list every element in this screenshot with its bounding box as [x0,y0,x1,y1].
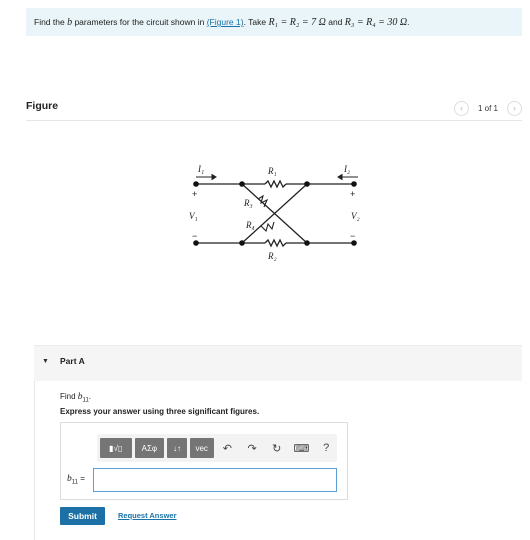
current-label-i1: I₁ [197,164,204,174]
templates-button[interactable]: ▮√▯ [100,438,132,458]
part-a-header[interactable] [34,345,522,381]
polarity-minus-right: − [350,231,355,241]
request-answer-link[interactable]: Request Answer [118,511,177,520]
voltage-label-v1: V₁ [189,211,198,221]
polarity-plus-right: + [350,189,355,199]
current-label-i2: I₂ [343,164,350,174]
redo-icon[interactable]: ↷ [241,438,263,458]
subscript-button[interactable]: ↓↑ [167,438,187,458]
submit-button[interactable]: Submit [60,507,105,525]
resistor-label-r4: R₄ [245,220,255,230]
pager-text: 1 of 1 [477,103,498,113]
problem-statement: Find the b parameters for the circuit sh… [26,8,522,36]
problem-text: parameters for the circuit shown in [72,17,207,27]
resistor-label-r2: R₂ [267,251,277,261]
resistor-label-r3: R₃ [243,198,253,208]
chevron-left-icon[interactable]: ‹ [454,100,469,116]
part-title: Part A [60,356,85,366]
answer-label: b11 = [67,474,85,486]
polarity-minus-left: − [192,231,197,241]
symbols-button[interactable]: ΑΣφ [134,438,165,458]
find-text: Find [60,392,78,401]
figure-link[interactable]: (Figure 1) [207,17,244,27]
divider [34,381,35,540]
circuit-diagram: I₁ I₂ V₁ V₂ R₁ R₂ R₃ R₄ + − + − [189,164,360,261]
find-end: . [88,392,92,401]
answer-input[interactable] [93,468,337,492]
figure-title: Figure [26,100,59,112]
undo-icon[interactable]: ↶ [217,438,239,458]
resistance-equation-1: R₁ = R₂ = 7 Ω [268,17,326,28]
problem-text: Find the [34,17,68,27]
problem-text: and [325,17,345,27]
divider [26,120,522,121]
find-prompt: Find b11. [60,392,91,404]
polarity-plus-left: + [192,189,197,199]
reset-icon[interactable]: ↻ [266,438,288,458]
math-toolbar: ▮√▯ ΑΣφ ↓↑ vec ↶ ↷ ↻ ⌨ ? [97,434,337,462]
instruction-text: Express your answer using three signific… [60,407,260,416]
chevron-right-icon[interactable]: › [506,100,522,116]
figure-pager: ‹ 1 of 1 › [454,100,522,116]
voltage-label-v2: V₂ [351,211,360,221]
problem-text: . Take [243,17,269,27]
answer-equals: = [77,474,85,483]
vector-button[interactable]: vec [189,438,214,458]
resistor-label-r1: R₁ [267,166,277,176]
caret-down-icon[interactable]: ▼ [42,358,49,365]
problem-text: . [407,17,410,27]
help-icon[interactable]: ? [315,438,337,458]
resistance-equation-2: R₃ = R₄ = 30 Ω [344,17,408,28]
keyboard-icon[interactable]: ⌨ [291,438,313,458]
